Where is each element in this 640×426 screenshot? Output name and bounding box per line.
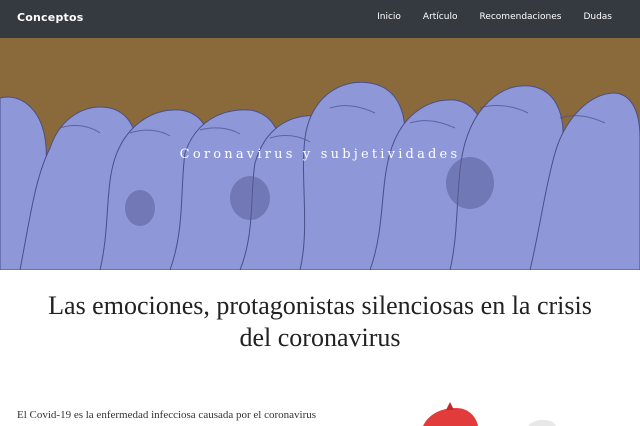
brand-logo[interactable]: Conceptos — [17, 11, 83, 24]
article-intro: El Covid-19 es la enfermedad infecciosa … — [17, 409, 317, 421]
nav-links: Inicio Artículo Recomendaciones Dudas — [355, 12, 612, 22]
nav-link-inicio[interactable]: Inicio — [377, 12, 401, 22]
coronavirus-illustration-icon — [328, 380, 620, 426]
hero-banner: Coronavirus y subjetividades — [0, 38, 640, 270]
navbar: Conceptos Inicio Artículo Recomendacione… — [0, 0, 640, 38]
nav-link-recomendaciones[interactable]: Recomendaciones — [479, 12, 561, 22]
article-image — [328, 380, 620, 426]
nav-link-articulo[interactable]: Artículo — [423, 12, 458, 22]
hero-title: Coronavirus y subjetividades — [179, 147, 461, 162]
nav-link-dudas[interactable]: Dudas — [583, 12, 612, 22]
article-headline: Las emociones, protagonistas silenciosas… — [48, 291, 592, 352]
